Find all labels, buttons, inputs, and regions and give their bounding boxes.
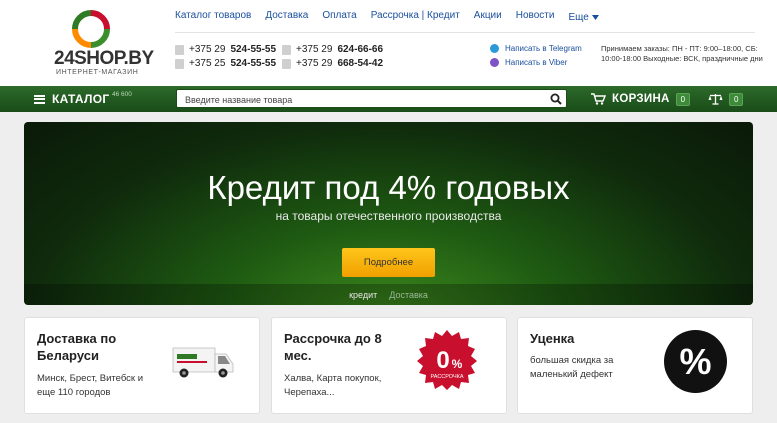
card-installment[interactable]: Рассрочка до 8 мес. Халва, Карта покупок…: [271, 317, 507, 414]
badge-zero: 0: [436, 347, 449, 374]
phone-1[interactable]: +375 29 524-55-55: [175, 44, 276, 55]
cart-button[interactable]: КОРЗИНА 0: [591, 86, 691, 112]
banner-more-button[interactable]: Подробнее: [342, 248, 435, 277]
nav-divider: [175, 32, 755, 33]
cart-icon: [591, 93, 606, 105]
menu-icon: [34, 94, 45, 104]
nav-news[interactable]: Новости: [516, 10, 555, 24]
cart-count-badge: 0: [675, 92, 691, 106]
card-installment-title: Рассрочка до 8 мес.: [284, 331, 382, 363]
catalog-count: 46 600: [112, 91, 132, 98]
top-nav: Каталог товаров Доставка Оплата Рассрочк…: [175, 10, 613, 24]
nav-more[interactable]: Еще: [568, 10, 599, 24]
badge-caption: РАССРОЧКА: [430, 374, 463, 380]
viber-link[interactable]: Написать в Viber: [490, 58, 567, 67]
phone-2-prefix: +375 25: [189, 58, 226, 69]
delivery-truck-icon: [172, 347, 234, 378]
phone-4-prefix: +375 29: [296, 58, 333, 69]
percent-circle-icon: %: [664, 330, 727, 393]
phone-3-prefix: +375 29: [296, 44, 333, 55]
nav-payment[interactable]: Оплата: [322, 10, 356, 24]
search-icon[interactable]: [550, 93, 562, 105]
promo-banner: Кредит под 4% годовых на товары отечеств…: [24, 122, 753, 305]
card-markdown-title: Уценка: [530, 331, 575, 346]
caret-down-icon: [591, 14, 599, 20]
nav-promotions[interactable]: Акции: [474, 10, 502, 24]
banner-title: Кредит под 4% годовых: [207, 169, 570, 206]
card-markdown-text: большая скидка за маленький дефект: [530, 355, 614, 380]
phone-1-number: 524-55-55: [230, 44, 277, 55]
phone-icon: [282, 44, 291, 55]
phone-4-number: 668-54-42: [337, 58, 384, 69]
telegram-link[interactable]: Написать в Telegram: [490, 44, 582, 53]
zero-percent-badge-icon: 0 % РАССРОЧКА: [417, 330, 477, 390]
phone-4[interactable]: +375 29 668-54-42: [282, 58, 383, 69]
badge-percent: %: [452, 357, 463, 371]
catalog-button[interactable]: КАТАЛОГ 46 600: [34, 86, 132, 112]
phone-icon: [175, 44, 184, 55]
phone-3-number: 624-66-66: [337, 44, 384, 55]
site-header: 24SHOP.BY ИНТЕРНЕТ-МАГАЗИН Каталог товар…: [0, 0, 777, 86]
nav-delivery[interactable]: Доставка: [265, 10, 308, 24]
card-markdown[interactable]: Уценка большая скидка за маленький дефек…: [517, 317, 753, 414]
banner-subtitle: на товары отечественного производства: [275, 209, 502, 223]
viber-label: Написать в Viber: [505, 58, 568, 67]
scales-icon: [708, 94, 723, 105]
phone-2-number: 524-55-55: [230, 58, 277, 69]
catalog-label: КАТАЛОГ: [52, 92, 110, 106]
logo-text: 24SHOP.BY: [54, 48, 154, 69]
phone-icon: [282, 58, 291, 69]
nav-installment[interactable]: Рассрочка | Кредит: [371, 10, 460, 24]
cart-label: КОРЗИНА: [612, 93, 670, 105]
phone-icon: [175, 58, 184, 69]
logo-subtitle: ИНТЕРНЕТ-МАГАЗИН: [56, 69, 139, 76]
search-input[interactable]: [177, 91, 537, 109]
nav-more-label: Еще: [568, 11, 589, 23]
telegram-icon: [490, 44, 499, 53]
viber-icon: [490, 58, 499, 67]
phone-2[interactable]: +375 25 524-55-55: [175, 58, 276, 69]
banner-tab-delivery[interactable]: Доставка: [389, 290, 428, 300]
banner-tabs: кредит Доставка: [24, 284, 753, 305]
compare-count-badge: 0: [729, 92, 744, 106]
phone-1-prefix: +375 29: [189, 44, 226, 55]
card-installment-text: Халва, Карта покупок, Черепаха...: [284, 373, 382, 398]
banner-tab-credit[interactable]: кредит: [349, 290, 377, 300]
search-box: [176, 89, 567, 109]
card-delivery[interactable]: Доставка по Беларуси Минск, Брест, Витеб…: [24, 317, 260, 414]
phone-3[interactable]: +375 29 624-66-66: [282, 44, 383, 55]
telegram-label: Написать в Telegram: [505, 44, 582, 53]
site-logo[interactable]: 24SHOP.BY ИНТЕРНЕТ-МАГАЗИН: [54, 6, 154, 76]
logo-ring-icon: [72, 10, 110, 48]
card-delivery-title: Доставка по Беларуси: [37, 331, 117, 363]
compare-button[interactable]: 0: [708, 86, 744, 112]
working-hours: Принимаем заказы: ПН - ПТ: 9:00–18:00, С…: [601, 44, 763, 63]
card-delivery-text: Минск, Брест, Витебск и еще 110 городов: [37, 373, 144, 398]
nav-catalog[interactable]: Каталог товаров: [175, 10, 251, 24]
